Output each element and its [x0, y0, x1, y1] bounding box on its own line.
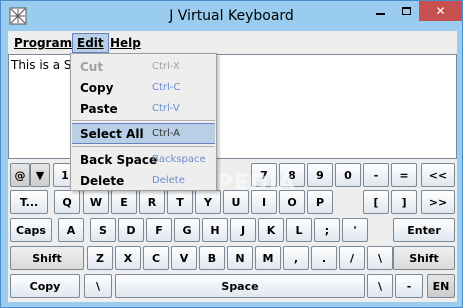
- key-lang-at[interactable]: @: [10, 163, 30, 187]
- key-equals[interactable]: =: [391, 163, 417, 187]
- key-minus[interactable]: -: [363, 163, 389, 187]
- key-d[interactable]: D: [118, 218, 144, 242]
- key-space[interactable]: Space: [115, 274, 365, 298]
- key-x[interactable]: X: [115, 246, 141, 270]
- minimize-icon: [375, 13, 385, 15]
- menu-item-delete[interactable]: Delete Delete: [72, 170, 215, 191]
- app-window: J Virtual Keyboard ✕ Program Edit Help T…: [0, 0, 463, 308]
- key-a[interactable]: A: [58, 218, 84, 242]
- key-s[interactable]: S: [90, 218, 116, 242]
- menu-item-cut[interactable]: Cut Ctrl-X: [72, 56, 215, 77]
- key-dash[interactable]: -: [395, 274, 423, 298]
- key-forward[interactable]: >>: [421, 190, 455, 214]
- menu-item-paste[interactable]: Paste Ctrl-V: [72, 98, 215, 119]
- menu-item-copy[interactable]: Copy Ctrl-C: [72, 77, 215, 98]
- key-right-bracket[interactable]: ]: [391, 190, 417, 214]
- key-w[interactable]: W: [83, 190, 109, 214]
- menu-program[interactable]: Program: [10, 33, 76, 53]
- key-q[interactable]: Q: [54, 190, 80, 214]
- key-semicolon[interactable]: ;: [314, 218, 340, 242]
- key-e[interactable]: E: [111, 190, 137, 214]
- key-k[interactable]: K: [258, 218, 284, 242]
- key-backspace[interactable]: <<: [421, 163, 455, 187]
- key-c[interactable]: C: [143, 246, 169, 270]
- key-r[interactable]: R: [139, 190, 165, 214]
- key-u[interactable]: U: [223, 190, 249, 214]
- menu-help[interactable]: Help: [106, 33, 145, 53]
- edit-menu-dropdown: Cut Ctrl-X Copy Ctrl-C Paste Ctrl-V Sele…: [70, 53, 217, 191]
- key-l[interactable]: L: [286, 218, 312, 242]
- key-j[interactable]: J: [230, 218, 256, 242]
- key-h[interactable]: H: [202, 218, 228, 242]
- key-f[interactable]: F: [146, 218, 172, 242]
- key-copy[interactable]: Copy: [10, 274, 80, 298]
- key-0[interactable]: 0: [335, 163, 361, 187]
- key-t[interactable]: T: [167, 190, 193, 214]
- close-button[interactable]: ✕: [419, 1, 462, 21]
- menu-item-select-all[interactable]: Select All Ctrl-A: [72, 123, 215, 144]
- menu-item-back-space[interactable]: Back Space Backspace: [72, 149, 215, 170]
- key-caps[interactable]: Caps: [10, 218, 52, 242]
- key-tab[interactable]: T...: [10, 190, 48, 214]
- key-backslash[interactable]: \: [367, 246, 393, 270]
- key-language-en[interactable]: EN: [427, 274, 455, 298]
- key-backslash-bottom-right[interactable]: \: [367, 274, 393, 298]
- key-z[interactable]: Z: [87, 246, 113, 270]
- key-y[interactable]: Y: [195, 190, 221, 214]
- key-backslash-bottom-left[interactable]: \: [84, 274, 112, 298]
- title-bar[interactable]: J Virtual Keyboard ✕: [1, 1, 462, 31]
- key-g[interactable]: G: [174, 218, 200, 242]
- key-8[interactable]: 8: [279, 163, 305, 187]
- key-n[interactable]: N: [227, 246, 253, 270]
- menu-bar: Program Edit Help: [8, 31, 457, 54]
- close-icon: ✕: [435, 4, 446, 18]
- key-enter[interactable]: Enter: [393, 218, 455, 242]
- key-o[interactable]: O: [279, 190, 305, 214]
- key-9[interactable]: 9: [307, 163, 333, 187]
- key-b[interactable]: B: [199, 246, 225, 270]
- key-v[interactable]: V: [171, 246, 197, 270]
- key-comma[interactable]: ,: [283, 246, 309, 270]
- maximize-button[interactable]: [393, 1, 419, 21]
- menu-separator: [72, 146, 215, 147]
- key-quote[interactable]: ': [342, 218, 368, 242]
- client-area: Program Edit Help This is a So @ ▼ 1 7 8…: [8, 31, 457, 302]
- key-period[interactable]: .: [311, 246, 337, 270]
- key-p[interactable]: P: [307, 190, 333, 214]
- minimize-button[interactable]: [367, 1, 393, 21]
- key-left-bracket[interactable]: [: [363, 190, 389, 214]
- maximize-icon: [401, 7, 411, 15]
- key-7[interactable]: 7: [251, 163, 277, 187]
- key-shift-right[interactable]: Shift: [393, 246, 455, 270]
- menu-separator: [72, 120, 215, 121]
- key-i[interactable]: I: [251, 190, 277, 214]
- menu-edit[interactable]: Edit: [72, 33, 109, 53]
- key-m[interactable]: M: [255, 246, 281, 270]
- key-lang-dropdown[interactable]: ▼: [30, 163, 50, 187]
- key-shift-left[interactable]: Shift: [10, 246, 84, 270]
- key-slash[interactable]: /: [339, 246, 365, 270]
